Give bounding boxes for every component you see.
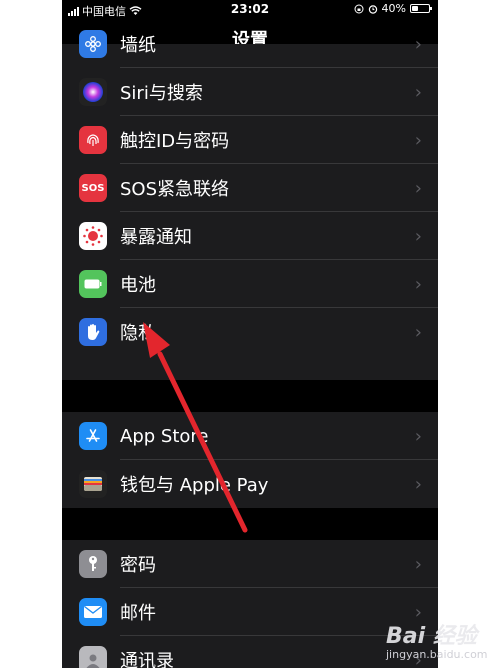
settings-row-sos[interactable]: SOS SOS紧急联络 › [62,164,438,212]
hand-icon [79,318,107,346]
settings-row-privacy[interactable]: 隐私 › [62,308,438,356]
exposure-icon [79,222,107,250]
settings-row-battery[interactable]: 电池 › [62,260,438,308]
settings-row-label: 钱包与 Apple Pay [120,475,269,496]
settings-row-passwords[interactable]: 密码 › [62,540,438,588]
baidu-jingyan-watermark: Bai 经验 jingyan.baidu.com [386,618,496,666]
settings-row-touch-id[interactable]: 触控ID与密码 › [62,116,438,164]
chevron-right-icon: › [414,81,422,103]
settings-row-label: App Store [120,425,209,447]
chevron-right-icon: › [414,321,422,343]
settings-row-label: 邮件 [120,603,156,624]
phone-screen: 中国电信 23:02 40% 设置 墙纸 › Siri与搜索 › 触控ID与密码… [62,0,438,668]
fingerprint-icon [79,126,107,154]
battery-icon [79,270,107,298]
settings-group-1: 墙纸 › Siri与搜索 › 触控ID与密码 › SOS SOS紧急联络 › 暴… [62,30,438,380]
settings-row-wallpaper[interactable]: 墙纸 › [62,20,438,68]
status-bar: 中国电信 23:02 40% [62,0,438,20]
settings-row-label: 通讯录 [120,651,174,668]
settings-row-label: SOS紧急联络 [120,179,230,200]
mail-icon [79,598,107,626]
settings-row-label: 密码 [120,555,156,576]
sos-icon-text: SOS [81,182,105,194]
key-icon [79,550,107,578]
settings-row-app-store[interactable]: App Store › [62,412,438,460]
chevron-right-icon: › [414,425,422,447]
settings-group-2: App Store › 钱包与 Apple Pay › [62,412,438,508]
settings-row-exposure[interactable]: 暴露通知 › [62,212,438,260]
settings-row-label: 墙纸 [120,35,156,56]
settings-row-mail[interactable]: 邮件 › [62,588,438,636]
battery-status-icon [410,4,432,13]
settings-row-wallet[interactable]: 钱包与 Apple Pay › [62,460,438,508]
chevron-right-icon: › [414,273,422,295]
chevron-right-icon: › [414,225,422,247]
watermark-brand: Bai 经验 [386,624,477,649]
settings-row-label: 暴露通知 [120,227,192,248]
alarm-icon [368,4,377,14]
chevron-right-icon: › [414,177,422,199]
chevron-right-icon: › [414,553,422,575]
chevron-right-icon: › [414,129,422,151]
settings-group-3: 密码 › 邮件 › 通讯录 › [62,540,438,668]
settings-row-label: 电池 [120,275,156,296]
chevron-right-icon: › [414,33,422,55]
battery-percent: 40% [381,2,406,15]
app-store-icon [79,422,107,450]
settings-row-label: 触控ID与密码 [120,131,230,152]
watermark-url: jingyan.baidu.com [386,648,488,661]
wallet-icon [79,470,107,498]
orientation-lock-icon [354,4,364,13]
settings-row-label: Siri与搜索 [120,83,203,104]
settings-row-siri[interactable]: Siri与搜索 › [62,68,438,116]
sos-icon: SOS [79,174,107,202]
settings-row-label: 隐私 [120,323,156,344]
siri-icon [79,78,107,106]
wallpaper-icon [79,30,107,58]
settings-row-contacts[interactable]: 通讯录 › [62,636,438,668]
chevron-right-icon: › [414,473,422,495]
contacts-icon [79,646,107,668]
